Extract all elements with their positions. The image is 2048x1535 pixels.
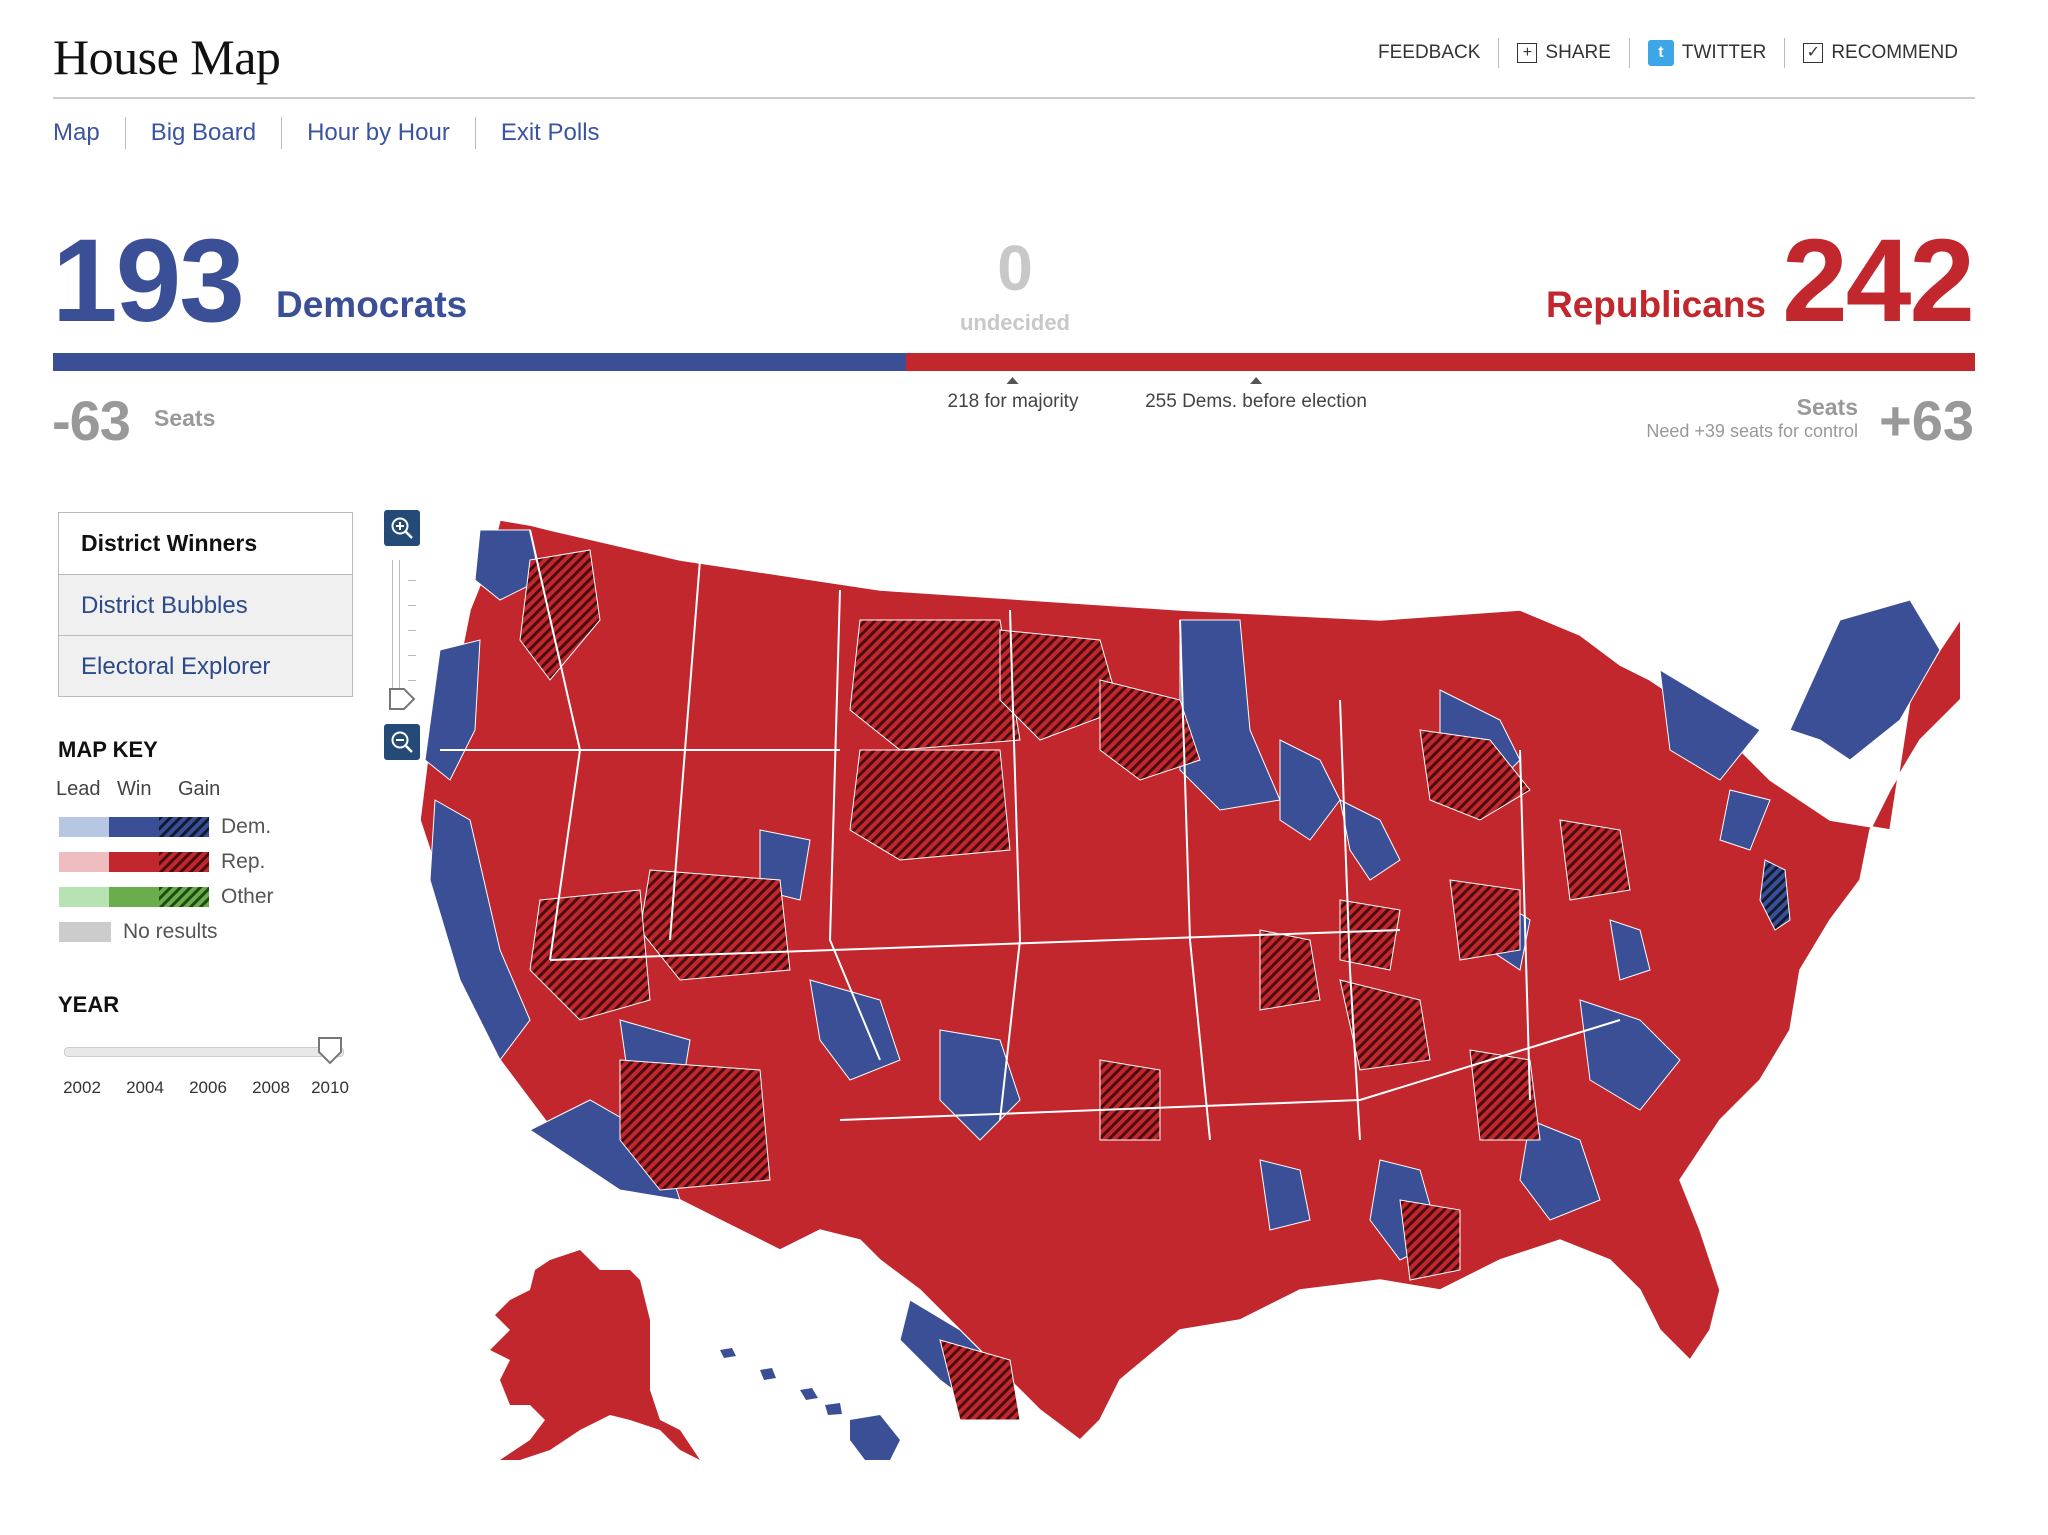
dem-seat-change-label: Seats [154,405,216,431]
checkbox-icon: ✓ [1803,43,1824,63]
rep-seat-change-label: Seats [1796,394,1858,420]
year-option[interactable]: 2004 [126,1078,164,1098]
district-map[interactable] [380,500,1960,1500]
alaska-districts[interactable] [490,1250,700,1460]
rep-seat-count: 242 [1782,215,1975,347]
map-key-col-gain: Gain [178,778,221,800]
plus-box-icon: + [1517,43,1538,63]
majority-marker-label: 218 for majority [947,391,1079,412]
dem-win-swatch [109,817,159,837]
year-title: YEAR [58,992,120,1017]
tab-exit-polls[interactable]: Exit Polls [474,117,625,149]
tab-map[interactable]: Map [53,117,125,149]
rep-label: Republicans [1546,284,1766,325]
no-results-swatch [59,922,111,942]
year-slider-handle[interactable] [316,1036,344,1066]
dem-gain-swatch [159,817,209,837]
page-title: House Map [53,29,281,85]
tab-big-board[interactable]: Big Board [124,117,281,149]
dem-seat-bar [53,353,906,371]
recommend-label: RECOMMEND [1831,42,1958,63]
map-key-other-label: Other [221,885,274,908]
undecided-label: undecided [959,310,1070,335]
year-option[interactable]: 2006 [189,1078,227,1098]
share-label: SHARE [1545,42,1611,63]
year-option[interactable]: 2010 [311,1078,349,1098]
map-key-columns: Lead Win Gain [56,778,239,801]
other-win-swatch [109,887,159,907]
before-election-marker-arrow [1249,377,1262,384]
tab-hour-by-hour[interactable]: Hour by Hour [281,117,475,149]
other-lead-swatch [59,887,109,907]
hawaii-districts[interactable] [720,1348,900,1460]
twitter-icon: t [1647,40,1674,66]
map-key-col-lead: Lead [56,778,101,800]
year-slider-track[interactable] [64,1047,344,1057]
map-key-col-win: Win [117,778,152,800]
year-option[interactable]: 2002 [63,1078,101,1098]
section-tabs: Map Big Board Hour by Hour Exit Polls [53,117,625,149]
map-key-row-other: Other [59,885,274,909]
map-key-rep-label: Rep. [221,850,266,873]
rep-lead-swatch [59,852,109,872]
rep-seat-change: +63 [1879,389,1974,452]
map-key-title: MAP KEY [58,737,158,762]
seat-balance-bar [53,353,1975,371]
feedback-label: FEEDBACK [1378,42,1481,63]
twitter-label: TWITTER [1681,42,1767,63]
recommend-button[interactable]: ✓ RECOMMEND [1784,38,1976,68]
utility-toolbar: FEEDBACK + SHARE t TWITTER ✓ RECOMMEND [1360,38,1976,68]
twitter-button[interactable]: t TWITTER [1628,38,1784,68]
rep-gain-swatch [159,852,209,872]
view-selector: District Winners District Bubbles Electo… [58,512,353,697]
other-gain-swatch [159,887,209,907]
before-election-marker-label: 255 Dems. before election [1145,391,1367,412]
header-divider [53,97,1975,99]
dem-label: Democrats [276,284,468,325]
rep-win-swatch [109,852,159,872]
dem-lead-swatch [59,817,109,837]
before-election-marker: 255 Dems. before election [1145,377,1367,413]
feedback-link[interactable]: FEEDBACK [1360,38,1498,68]
year-option[interactable]: 2008 [252,1078,290,1098]
rep-control-note: Need +39 seats for control [1646,421,1858,441]
view-electoral-explorer[interactable]: Electoral Explorer [59,635,352,696]
map-key-row-dem: Dem. [59,815,271,839]
majority-marker-arrow [1006,377,1019,384]
rep-seat-bar [905,353,1975,371]
undecided-count: 0 [997,232,1033,304]
dem-seat-change: -63 [52,389,131,452]
dem-seat-count: 193 [52,215,245,347]
view-district-winners[interactable]: District Winners [59,513,352,574]
majority-marker: 218 for majority [947,377,1079,413]
no-results-label: No results [123,920,218,943]
map-key-dem-label: Dem. [221,815,272,838]
share-button[interactable]: + SHARE [1498,38,1628,68]
view-district-bubbles[interactable]: District Bubbles [59,574,352,635]
map-key-row-rep: Rep. [59,850,265,874]
map-key-no-results: No results [59,920,218,944]
